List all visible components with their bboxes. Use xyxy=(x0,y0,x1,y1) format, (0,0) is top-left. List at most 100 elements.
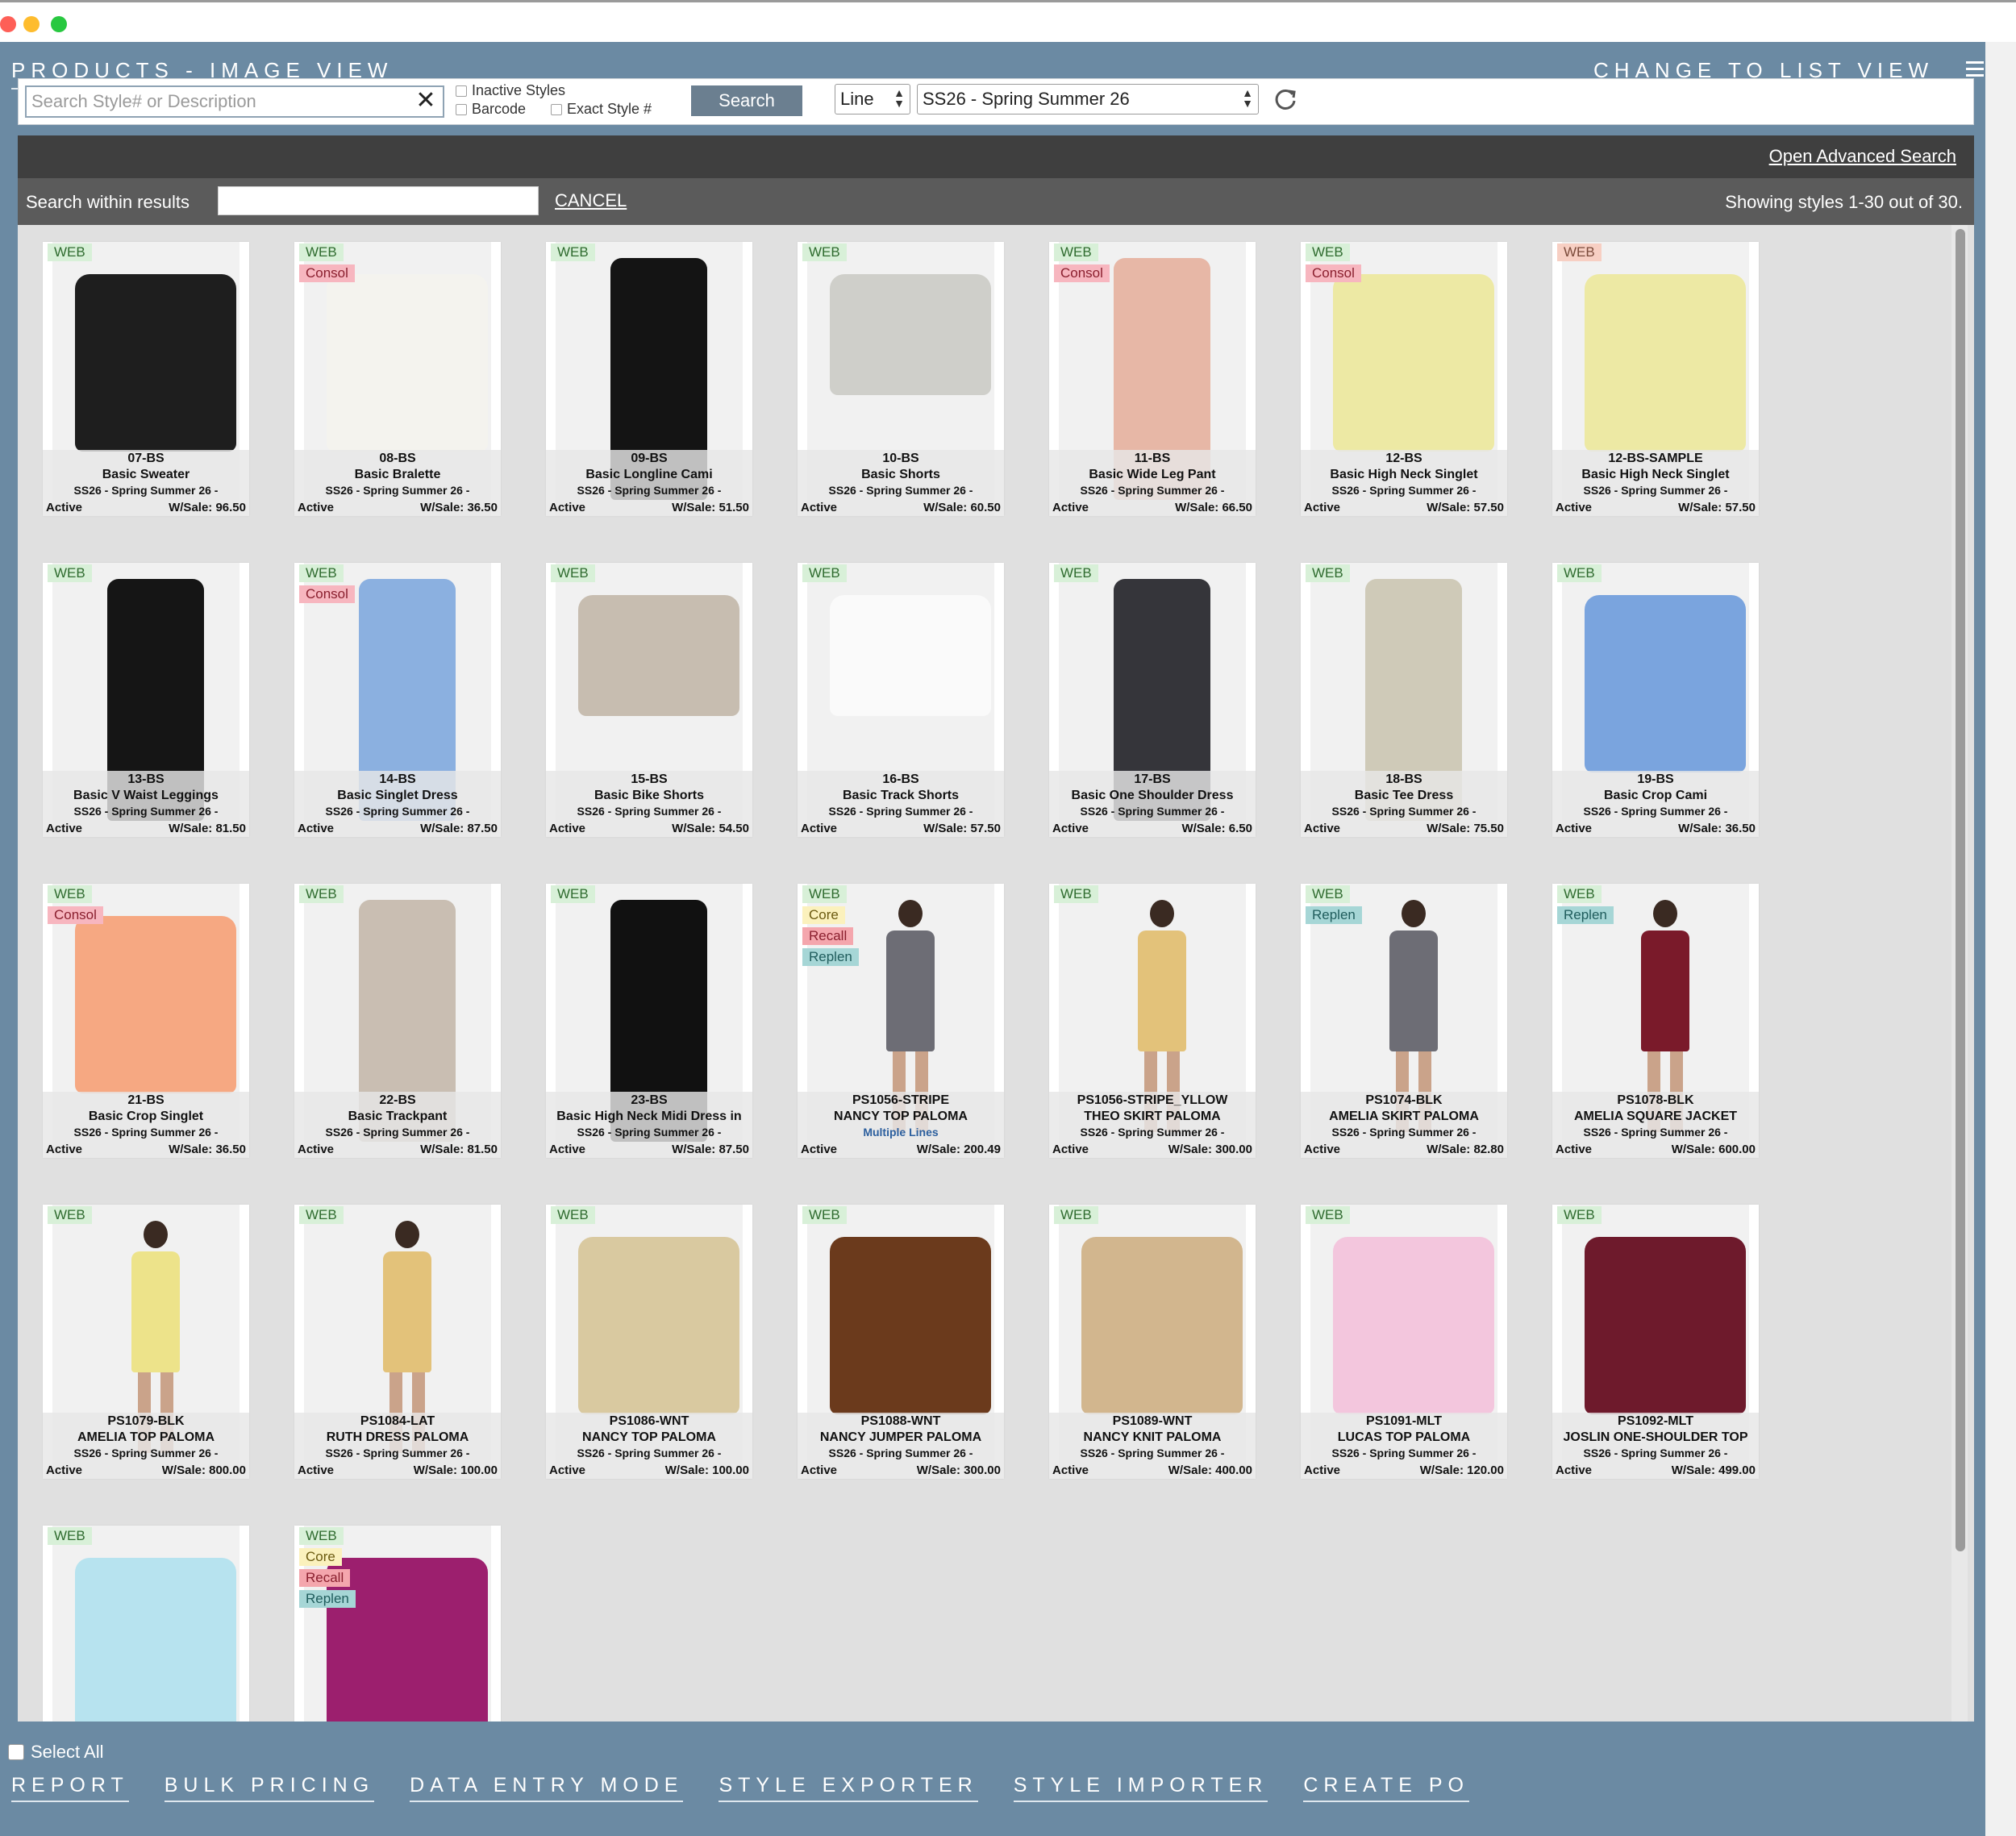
season-select[interactable]: SS26 - Spring Summer 26 ▲ ▼ xyxy=(917,84,1259,114)
product-description: AMELIA SKIRT PALOMA xyxy=(1329,1110,1479,1123)
product-info: 15-BS Basic Bike Shorts SS26 - Spring Summ… xyxy=(546,771,752,837)
exact-style-checkbox[interactable]: Exact Style # xyxy=(551,101,652,118)
wholesale-price: W/Sale: 499.00 xyxy=(1671,1463,1756,1477)
select-all-checkbox[interactable]: Select All xyxy=(8,1742,104,1763)
product-info: 08-BS Basic Bralette SS26 - Spring Summer … xyxy=(294,450,501,516)
product-card[interactable]: WEB 10-BS Basic Shorts SS26 - Spring Summer… xyxy=(798,242,1004,516)
shorts-image xyxy=(830,274,991,395)
product-info: PS1088-WNT NANCY JUMPER PALOMA SS26 - Spri… xyxy=(798,1413,1004,1479)
tag-badge: Consol xyxy=(48,906,103,924)
product-card[interactable]: WEB Core Recall Replen PS1056-STRIPE NANCY TO… xyxy=(798,884,1004,1158)
product-card[interactable]: WEB Consol 11-BS Basic Wide Leg Pant SS26 - … xyxy=(1049,242,1256,516)
product-card[interactable]: WEB PS1088-WNT NANCY JUMPER PALOMA SS26 - S… xyxy=(798,1205,1004,1479)
product-card[interactable]: WEB 18-BS Basic Tee Dress SS26 - Spring Sum… xyxy=(1301,563,1507,837)
product-info: 22-BS Basic Trackpant SS26 - Spring Summer… xyxy=(294,1092,501,1158)
tag-badge: WEB xyxy=(299,1206,344,1224)
barcode-checkbox[interactable]: Barcode xyxy=(456,101,526,118)
product-card[interactable]: WEB 07-BS Basic Sweater SS26 - Spring Summe… xyxy=(43,242,249,516)
product-info: 11-BS Basic Wide Leg Pant SS26 - Spring Su… xyxy=(1049,450,1256,516)
style-importer-link[interactable]: STYLE IMPORTER xyxy=(1013,1774,1268,1802)
product-description: Basic Crop Singlet xyxy=(88,1110,204,1123)
product-description: Basic V Waist Leggings xyxy=(73,789,219,802)
search-button[interactable]: Search xyxy=(691,85,802,116)
product-info: 19-BS Basic Crop Cami SS26 - Spring Summer… xyxy=(1552,771,1759,837)
wholesale-price: W/Sale: 81.50 xyxy=(169,822,246,835)
product-card[interactable]: WEB PS1091-MLT LUCAS TOP PALOMA SS26 - Spri… xyxy=(1301,1205,1507,1479)
style-number: PS1084-LAT xyxy=(360,1414,435,1428)
maximize-window-button[interactable] xyxy=(51,16,67,32)
style-number: PS1078-BLK xyxy=(1617,1093,1694,1107)
style-exporter-link[interactable]: STYLE EXPORTER xyxy=(719,1774,978,1802)
tag-badge: Replen xyxy=(1306,906,1362,924)
product-description: NANCY TOP PALOMA xyxy=(582,1430,716,1444)
style-number: 08-BS xyxy=(379,452,416,465)
tag-badge: Core xyxy=(802,906,845,924)
tag-badge: WEB xyxy=(48,885,92,903)
product-card[interactable]: WEB 19-BS Basic Crop Cami SS26 - Spring Sum… xyxy=(1552,563,1759,837)
product-card[interactable]: WEB 16-BS Basic Track Shorts SS26 - Spring … xyxy=(798,563,1004,837)
multiple-lines-link[interactable]: Multiple Lines xyxy=(798,1126,1004,1139)
product-tags: WEB xyxy=(1054,885,1098,903)
product-card[interactable]: WEB 12-BS-SAMPLE Basic High Neck Singlet SS… xyxy=(1552,242,1759,516)
product-card[interactable]: WEB PS1079-BLK AMELIA TOP PALOMA SS26 - Spr… xyxy=(43,1205,249,1479)
report-link[interactable]: REPORT xyxy=(11,1774,129,1802)
hamburger-menu-icon[interactable] xyxy=(1966,61,1984,77)
singlet-image xyxy=(1585,274,1746,452)
close-window-button[interactable] xyxy=(0,16,16,32)
scrollbar-thumb[interactable] xyxy=(1956,229,1965,1551)
product-tags: WEB xyxy=(551,564,595,582)
product-card[interactable]: WEB PS1084-LAT RUTH DRESS PALOMA SS26 - Spr… xyxy=(294,1205,501,1479)
product-card[interactable]: WEB PS1092-MLT JOSLIN ONE-SHOULDER TOP SS26… xyxy=(1552,1205,1759,1479)
create-po-link[interactable]: CREATE PO xyxy=(1303,1774,1469,1802)
product-status: Active xyxy=(801,501,838,514)
product-season: SS26 - Spring Summer 26 - xyxy=(1331,484,1477,497)
clear-search-icon[interactable]: ✕ xyxy=(414,89,438,113)
product-card[interactable]: WEB Consol 12-BS Basic High Neck Singlet SS2… xyxy=(1301,242,1507,516)
product-card[interactable]: WEB 15-BS Basic Bike Shorts SS26 - Spring S… xyxy=(546,563,752,837)
product-card[interactable]: WEB Core Recall Replen xyxy=(294,1526,501,1722)
tag-badge: Recall xyxy=(299,1569,351,1587)
product-tags: WEB Consol xyxy=(1054,244,1110,282)
product-tags: WEB xyxy=(1054,564,1098,582)
product-info: 10-BS Basic Shorts SS26 - Spring Summer 26… xyxy=(798,450,1004,516)
bulk-pricing-link[interactable]: BULK PRICING xyxy=(164,1774,375,1802)
product-card[interactable]: WEB PS1056-STRIPE_YLLOW THEO SKIRT PALOMA S… xyxy=(1049,884,1256,1158)
tag-badge: WEB xyxy=(1557,1206,1602,1224)
product-card[interactable]: WEB 13-BS Basic V Waist Leggings SS26 - Spr… xyxy=(43,563,249,837)
exact-style-label: Exact Style # xyxy=(567,101,652,117)
product-card[interactable]: WEB xyxy=(43,1526,249,1722)
product-season: SS26 - Spring Summer 26 - xyxy=(828,1447,973,1459)
inactive-styles-checkbox[interactable]: Inactive Styles xyxy=(456,82,565,99)
open-advanced-search-link[interactable]: Open Advanced Search xyxy=(1769,146,1956,167)
product-card[interactable]: WEB Consol 21-BS Basic Crop Singlet SS26 - S… xyxy=(43,884,249,1158)
product-card[interactable]: WEB 22-BS Basic Trackpant SS26 - Spring Sum… xyxy=(294,884,501,1158)
product-description: Basic Bralette xyxy=(354,468,441,481)
product-card[interactable]: WEB Consol 14-BS Basic Singlet Dress SS26 - … xyxy=(294,563,501,837)
tag-badge: WEB xyxy=(551,885,595,903)
product-info: PS1084-LAT RUTH DRESS PALOMA SS26 - Spring… xyxy=(294,1413,501,1479)
minimize-window-button[interactable] xyxy=(23,16,40,32)
product-tags: WEB xyxy=(1557,244,1602,261)
style-number: 09-BS xyxy=(631,452,668,465)
cancel-link[interactable]: CANCEL xyxy=(555,190,627,211)
search-within-input[interactable] xyxy=(218,186,539,215)
product-card[interactable]: WEB Replen PS1078-BLK AMELIA SQUARE JACKET S… xyxy=(1552,884,1759,1158)
product-card[interactable]: WEB 17-BS Basic One Shoulder Dress SS26 - S… xyxy=(1049,563,1256,837)
inactive-styles-label: Inactive Styles xyxy=(472,82,566,98)
product-card[interactable]: WEB PS1089-WNT NANCY KNIT PALOMA SS26 - Spr… xyxy=(1049,1205,1256,1479)
product-card[interactable]: WEB 23-BS Basic High Neck Midi Dress in SS2… xyxy=(546,884,752,1158)
refresh-icon[interactable] xyxy=(1273,87,1297,111)
product-description: Basic Bike Shorts xyxy=(594,789,705,802)
product-card[interactable]: WEB Replen PS1074-BLK AMELIA SKIRT PALOMA SS… xyxy=(1301,884,1507,1158)
product-card[interactable]: WEB Consol 08-BS Basic Bralette SS26 - Sprin… xyxy=(294,242,501,516)
product-status: Active xyxy=(1556,1143,1593,1156)
filter-type-select[interactable]: Line ▲ ▼ xyxy=(835,84,910,114)
select-arrows-icon: ▲ ▼ xyxy=(893,86,905,110)
product-status: Active xyxy=(549,1143,586,1156)
search-input[interactable] xyxy=(25,85,444,118)
product-card[interactable]: WEB 09-BS Basic Longline Cami SS26 - Spring… xyxy=(546,242,752,516)
product-card[interactable]: WEB PS1086-WNT NANCY TOP PALOMA SS26 - Spri… xyxy=(546,1205,752,1479)
wholesale-price: W/Sale: 57.50 xyxy=(1427,501,1504,514)
data-entry-mode-link[interactable]: DATA ENTRY MODE xyxy=(410,1774,684,1802)
product-image xyxy=(52,1526,240,1722)
